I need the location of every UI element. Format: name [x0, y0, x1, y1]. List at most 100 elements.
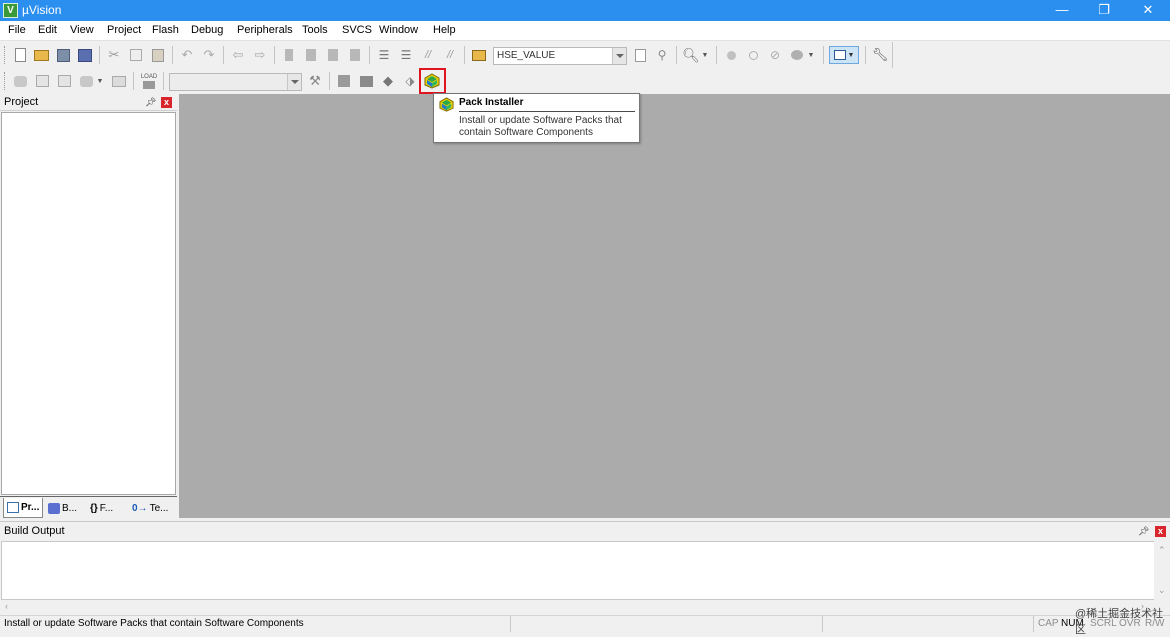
- bookmark-previous-icon[interactable]: [302, 46, 320, 64]
- stop-build-icon[interactable]: [110, 72, 128, 90]
- tab-books[interactable]: B...: [45, 498, 85, 518]
- manage-components-icon[interactable]: [357, 72, 375, 90]
- copy-icon[interactable]: [127, 46, 145, 64]
- project-tab-icon: [7, 502, 19, 513]
- project-panel-title: Project: [4, 96, 39, 108]
- app-icon: V: [3, 3, 18, 18]
- debug-session-icon[interactable]: 🔍︎: [682, 46, 700, 64]
- paste-icon[interactable]: [149, 46, 167, 64]
- tooltip-title: Pack Installer: [459, 97, 524, 108]
- indent-icon[interactable]: ☰: [375, 46, 393, 64]
- close-window-button[interactable]: ✕: [1126, 0, 1170, 21]
- build-output-header: Build Output 📌︎ x: [0, 522, 1170, 541]
- file-toolbar: ✂ ↶ ↷ ⇦ ⇨ ☰ ☰ // // HSE_VALUE ⚲ 🔍︎ ▼ ⊘ ▼…: [0, 42, 893, 68]
- menu-file[interactable]: File: [8, 24, 26, 36]
- tab-templates[interactable]: 0→ Te...: [129, 498, 173, 518]
- save-all-icon[interactable]: [76, 46, 94, 64]
- menu-help[interactable]: Help: [433, 24, 456, 36]
- project-tree[interactable]: [1, 112, 176, 495]
- scroll-down-icon[interactable]: ⌄: [1158, 585, 1166, 596]
- build-icon[interactable]: [33, 72, 51, 90]
- navigate-forward-icon[interactable]: ⇨: [251, 46, 269, 64]
- menu-flash[interactable]: Flash: [152, 24, 179, 36]
- menu-svcs[interactable]: SVCS: [342, 24, 372, 36]
- title-bar: V µVision — ❐ ✕: [0, 0, 1170, 21]
- project-panel: Project 📌︎ x Pr... B... {} F... 0→ Te...: [0, 94, 177, 518]
- run-time-environment-icon[interactable]: ⬗: [401, 72, 419, 90]
- menu-bar: File Edit View Project Flash Debug Perip…: [0, 21, 1170, 41]
- undo-icon[interactable]: ↶: [178, 46, 196, 64]
- incremental-find-icon[interactable]: ⚲: [653, 46, 671, 64]
- chevron-down-icon[interactable]: ▼: [700, 46, 710, 64]
- new-file-icon[interactable]: [11, 46, 29, 64]
- menu-project[interactable]: Project: [107, 24, 141, 36]
- pin-icon[interactable]: 📌︎: [145, 97, 156, 108]
- pin-icon[interactable]: 📌︎: [1138, 526, 1149, 537]
- pack-installer-highlight: [419, 68, 446, 94]
- menu-edit[interactable]: Edit: [38, 24, 57, 36]
- close-panel-icon[interactable]: x: [161, 97, 172, 108]
- window-layout-icon[interactable]: ▼: [829, 46, 859, 64]
- scroll-left-icon[interactable]: ‹: [5, 601, 8, 611]
- menu-view[interactable]: View: [70, 24, 94, 36]
- menu-debug[interactable]: Debug: [191, 24, 223, 36]
- bookmark-next-icon[interactable]: [324, 46, 342, 64]
- chevron-down-icon[interactable]: [287, 74, 301, 90]
- breakpoint-enable-icon[interactable]: [744, 46, 762, 64]
- save-icon[interactable]: [54, 46, 72, 64]
- tooltip-description: Install or update Software Packs that co…: [459, 115, 622, 138]
- unindent-icon[interactable]: ☰: [397, 46, 415, 64]
- load-label: LOAD: [140, 73, 158, 80]
- open-folder-icon[interactable]: [32, 46, 50, 64]
- restore-button[interactable]: ❐: [1082, 0, 1126, 21]
- breakpoint-kill-all-icon[interactable]: [788, 46, 806, 64]
- tab-functions[interactable]: {} F...: [87, 498, 127, 518]
- options-for-target-icon[interactable]: ⚒: [306, 72, 324, 90]
- chevron-down-icon[interactable]: ▼: [95, 72, 105, 90]
- project-panel-header: Project 📌︎ x: [0, 94, 177, 111]
- find-icon[interactable]: [631, 46, 649, 64]
- functions-tab-icon: {}: [90, 502, 98, 514]
- select-software-packs-icon[interactable]: ◆: [379, 72, 397, 90]
- bookmark-toggle-icon[interactable]: [280, 46, 298, 64]
- uncomment-icon[interactable]: //: [441, 46, 459, 64]
- bookmark-clear-icon[interactable]: [346, 46, 364, 64]
- configure-wrench-icon[interactable]: 🔧︎: [871, 46, 889, 64]
- tab-project[interactable]: Pr...: [3, 498, 43, 518]
- watermark: @稀土掘金技术社区: [1075, 608, 1164, 636]
- menu-peripherals[interactable]: Peripherals: [237, 24, 293, 36]
- close-panel-icon[interactable]: x: [1155, 526, 1166, 537]
- translate-icon[interactable]: [11, 72, 29, 90]
- menu-tools[interactable]: Tools: [302, 24, 328, 36]
- find-combo[interactable]: HSE_VALUE: [493, 47, 627, 65]
- find-in-files-icon[interactable]: [470, 46, 488, 64]
- toolbar-grip[interactable]: [4, 46, 7, 64]
- chevron-down-icon[interactable]: [612, 48, 626, 64]
- menu-window[interactable]: Window: [379, 24, 418, 36]
- toolbar-grip[interactable]: [4, 72, 7, 90]
- comment-icon[interactable]: //: [419, 46, 437, 64]
- breakpoint-insert-icon[interactable]: [722, 46, 740, 64]
- download-load-icon[interactable]: LOAD: [139, 72, 159, 90]
- horizontal-scrollbar[interactable]: ‹ ›: [1, 600, 1156, 615]
- minimize-button[interactable]: —: [1040, 0, 1084, 21]
- project-panel-tabs: Pr... B... {} F... 0→ Te...: [0, 496, 177, 518]
- breakpoint-disable-all-icon[interactable]: ⊘: [766, 46, 784, 64]
- build-toolbar: ▼ LOAD ⚒ ◆ ⬗: [0, 68, 448, 93]
- books-tab-icon: [48, 502, 60, 514]
- cut-icon[interactable]: ✂: [105, 46, 123, 64]
- tooltip-divider: [459, 111, 635, 112]
- rebuild-icon[interactable]: [55, 72, 73, 90]
- chevron-down-icon[interactable]: ▼: [806, 46, 816, 64]
- target-select[interactable]: [169, 73, 302, 91]
- redo-icon[interactable]: ↷: [200, 46, 218, 64]
- window-title: µVision: [22, 3, 62, 17]
- file-extensions-icon[interactable]: [335, 72, 353, 90]
- build-output-text[interactable]: [1, 541, 1156, 600]
- navigate-back-icon[interactable]: ⇦: [229, 46, 247, 64]
- editor-area[interactable]: [179, 94, 1170, 518]
- vertical-scrollbar[interactable]: ⌃ ⌄: [1154, 541, 1170, 600]
- templates-tab-icon: 0→: [132, 502, 148, 514]
- batch-build-icon[interactable]: [77, 72, 95, 90]
- scroll-up-icon[interactable]: ⌃: [1158, 545, 1166, 556]
